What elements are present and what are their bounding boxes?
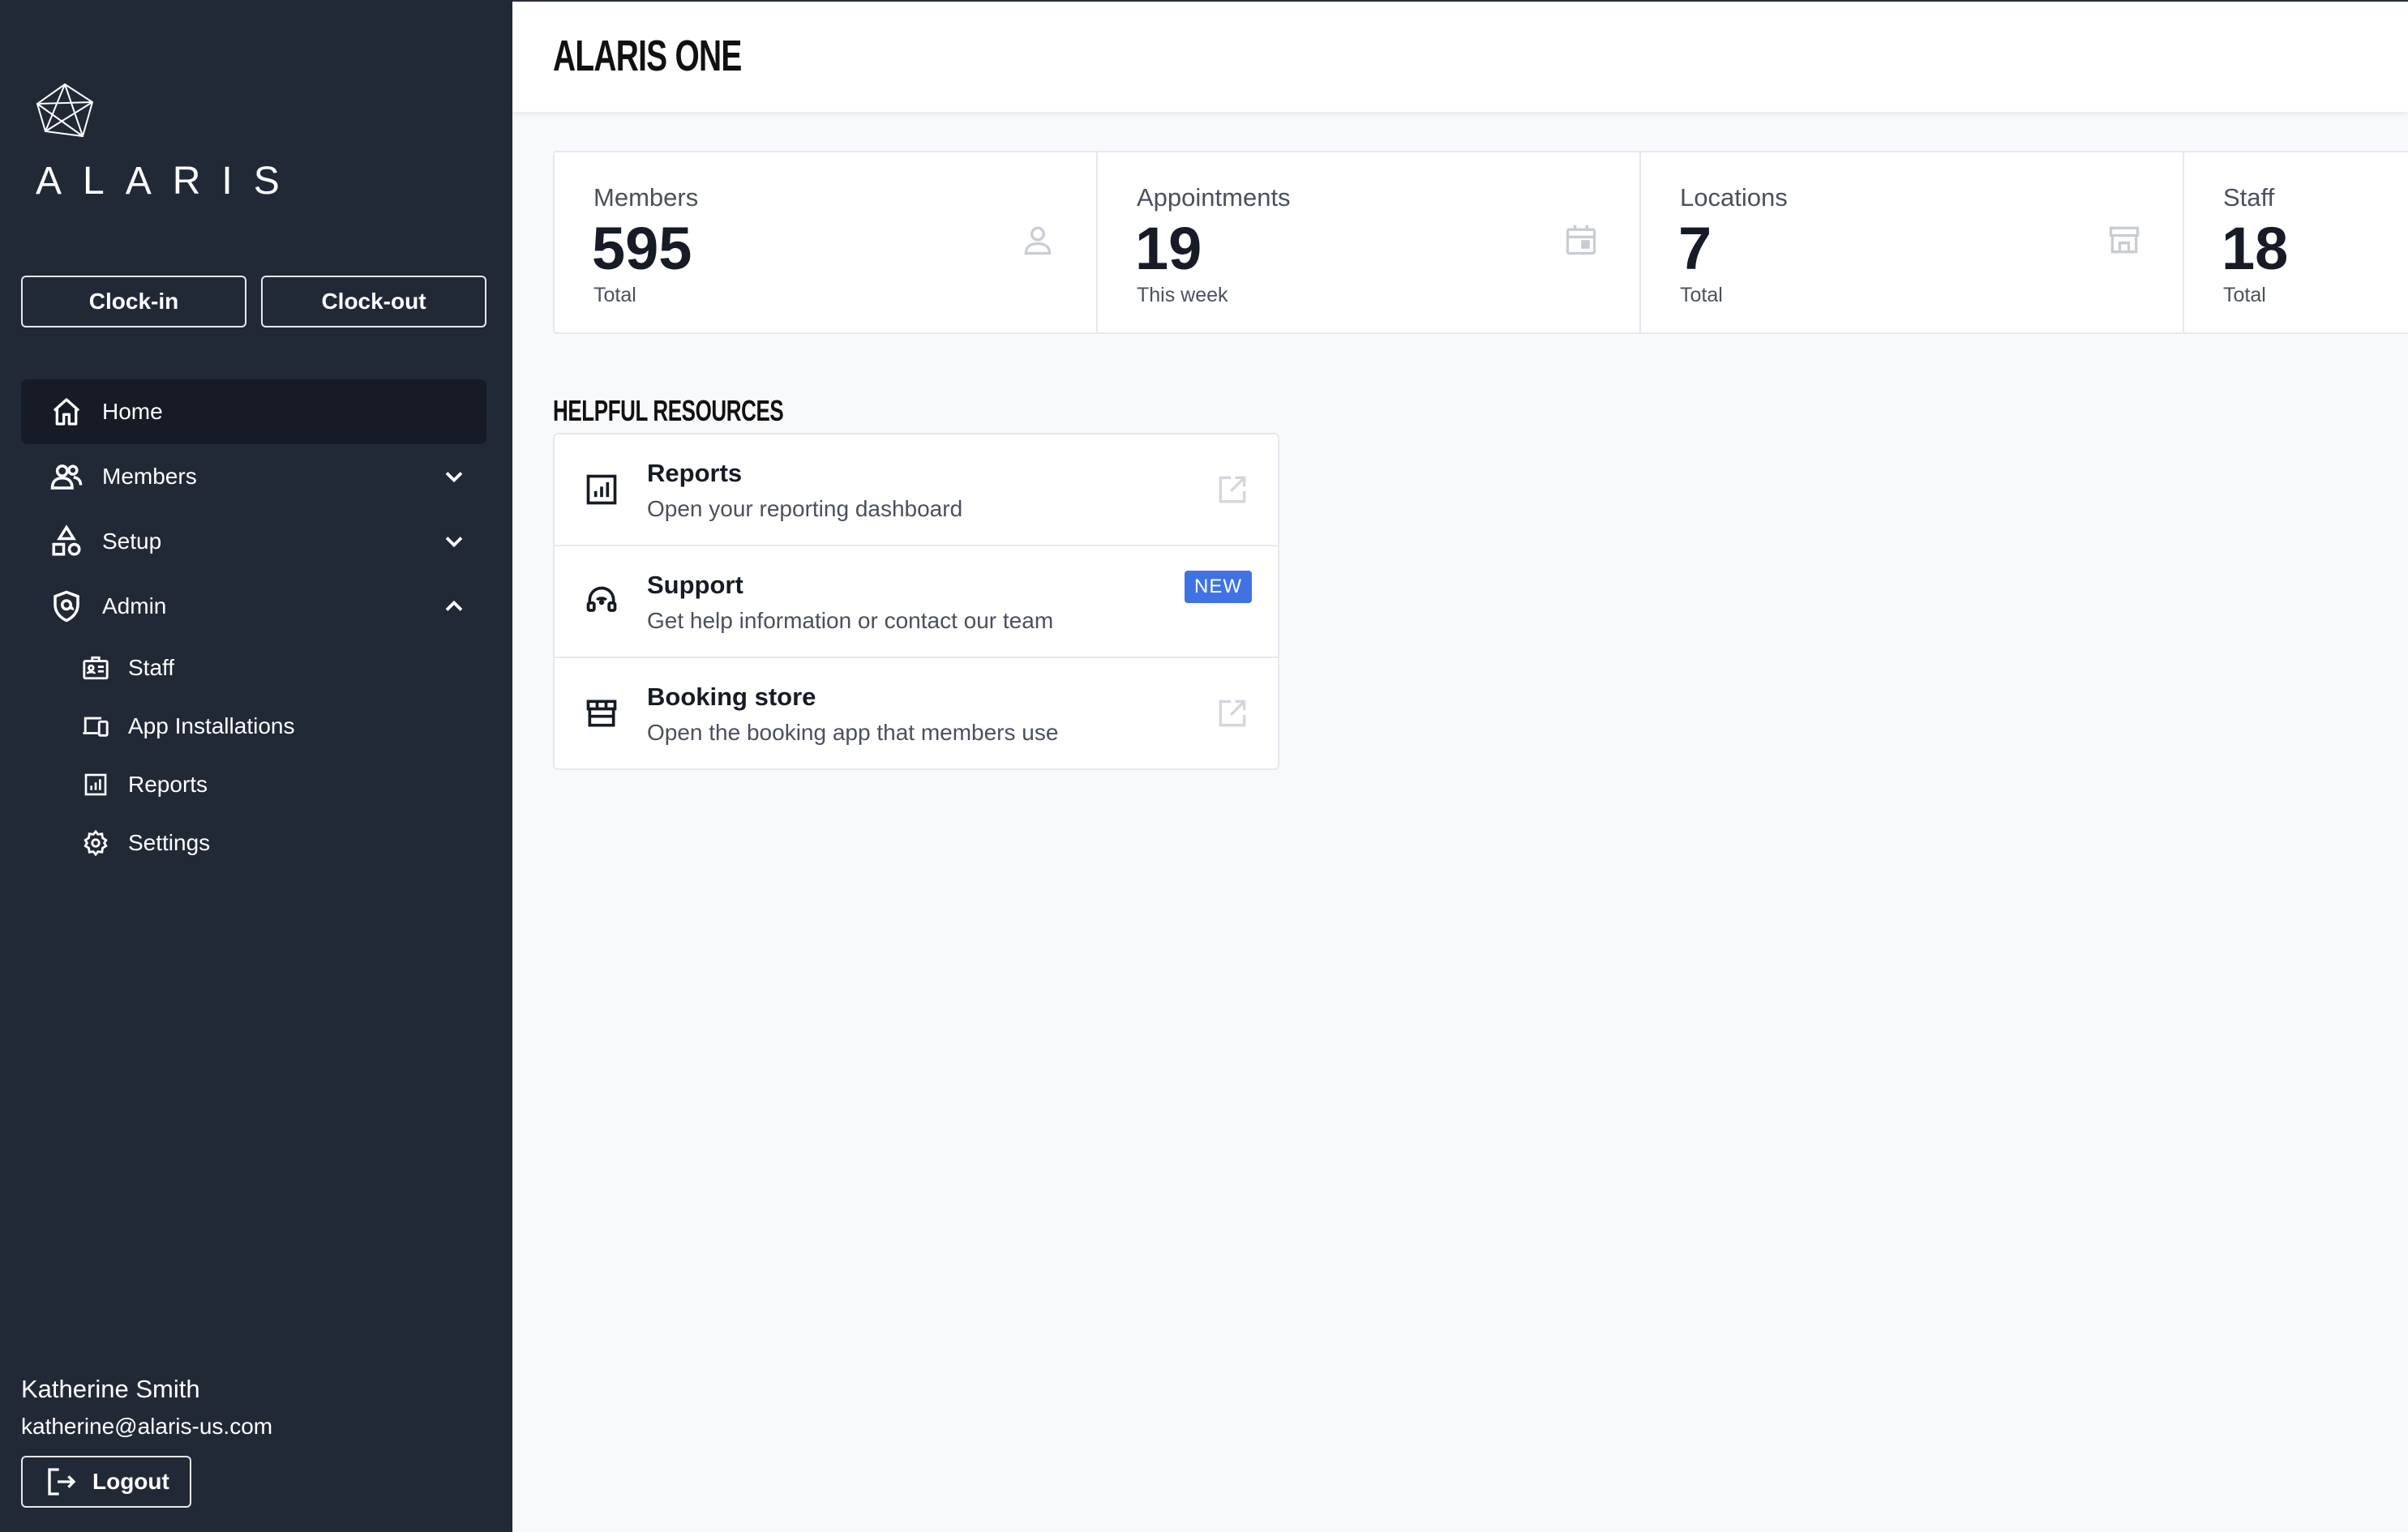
logout-label: Logout: [92, 1469, 169, 1494]
page-title: ALARIS ONE: [553, 32, 742, 80]
section-title: HELPFUL RESOURCES: [553, 394, 784, 427]
sidebar-subitem-label: Staff: [128, 655, 175, 680]
gear-icon: [81, 828, 110, 858]
logout-button[interactable]: Logout: [21, 1456, 191, 1508]
nav-item-label: Setup: [102, 528, 162, 554]
stat-card-members: Members 595 Total: [555, 152, 1098, 332]
chevron-down-icon[interactable]: [439, 462, 469, 491]
resource-description: Open your reporting dashboard: [647, 496, 963, 521]
resource-title: Support: [647, 571, 743, 599]
user-name: Katherine Smith: [21, 1375, 200, 1403]
nav-item-members[interactable]: Members: [21, 444, 486, 509]
shield-icon: [49, 588, 84, 624]
page-header: ALARIS ONE: [512, 0, 2408, 112]
clock-out-button[interactable]: Clock-out: [261, 276, 486, 327]
stat-sublabel: This week: [1137, 284, 1228, 306]
nav-item-setup[interactable]: Setup: [21, 509, 486, 574]
new-badge: NEW: [1185, 571, 1252, 603]
report-icon: [81, 770, 110, 799]
resource-description: Get help information or contact our team: [647, 608, 1054, 633]
sidebar-subitem-label: App Installations: [128, 713, 295, 738]
stat-value: 19: [1135, 215, 1202, 282]
stat-card-staff: Staff 18 Total: [2184, 152, 2408, 332]
alaris-logo-icon: [36, 83, 94, 138]
stat-value: 18: [2222, 215, 2289, 282]
sidebar-subitem-label: Reports: [128, 772, 208, 797]
stat-label: Appointments: [1137, 183, 1291, 212]
user-icon: [1024, 226, 1052, 255]
sidebar: ALARIS Clock-in Clock-out Home Members S…: [0, 0, 512, 1532]
shapes-icon: [49, 524, 84, 559]
nav-item-admin[interactable]: Admin: [21, 574, 486, 639]
chevron-down-icon[interactable]: [439, 527, 469, 556]
nav-item-label: Home: [102, 399, 163, 424]
stat-label: Staff: [2223, 183, 2275, 212]
store-icon: [2109, 226, 2140, 254]
calendar-icon: [1566, 225, 1596, 255]
stat-sublabel: Total: [2223, 284, 2266, 306]
user-email: katherine@alaris-us.com: [21, 1414, 273, 1439]
headset-icon: [586, 586, 617, 612]
report-icon: [586, 474, 617, 505]
resource-title: Reports: [647, 459, 743, 487]
stat-label: Locations: [1680, 183, 1788, 212]
nav-item-label: Admin: [102, 593, 167, 618]
nav-item-home[interactable]: Home: [21, 379, 486, 444]
stat-value: 7: [1678, 215, 1712, 282]
chevron-up-icon[interactable]: [439, 592, 469, 621]
stat-card-locations: Locations 7 Total: [1641, 152, 2184, 332]
resource-description: Open the booking app that members use: [647, 720, 1059, 745]
stat-card-appointments: Appointments 19 This week: [1098, 152, 1641, 332]
devices-icon: [81, 712, 110, 741]
resource-item-booking-store[interactable]: Booking store Open the booking app that …: [555, 658, 1278, 770]
brand-name: ALARIS: [36, 160, 301, 203]
resources-list: Reports Open your reporting dashboard Su…: [553, 433, 1279, 770]
resource-title: Booking store: [647, 683, 816, 711]
store-icon: [586, 700, 617, 727]
resource-item-reports[interactable]: Reports Open your reporting dashboard: [555, 434, 1278, 546]
id-badge-icon: [81, 653, 110, 683]
clock-in-button[interactable]: Clock-in: [21, 276, 246, 327]
sidebar-subitem-app-installations[interactable]: App Installations: [81, 702, 470, 751]
sidebar-subitem-label: Settings: [128, 830, 211, 855]
stat-sublabel: Total: [593, 284, 636, 306]
resource-item-support[interactable]: Support Get help information or contact …: [555, 546, 1278, 658]
stat-sublabel: Total: [1680, 284, 1723, 306]
stats-panel: Members 595 Total Appointments 19 This w…: [553, 151, 2408, 334]
sidebar-subitem-settings[interactable]: Settings: [81, 819, 470, 867]
external-link-icon[interactable]: [1215, 695, 1250, 731]
sidebar-subitem-staff[interactable]: Staff: [81, 644, 470, 692]
users-icon: [49, 459, 84, 494]
stat-label: Members: [593, 183, 699, 212]
stat-value: 595: [592, 215, 692, 282]
home-icon: [49, 394, 84, 430]
logout-icon: [45, 1466, 78, 1498]
external-link-icon[interactable]: [1215, 472, 1250, 507]
nav-item-label: Members: [102, 464, 197, 489]
sidebar-subitem-reports[interactable]: Reports: [81, 760, 470, 809]
